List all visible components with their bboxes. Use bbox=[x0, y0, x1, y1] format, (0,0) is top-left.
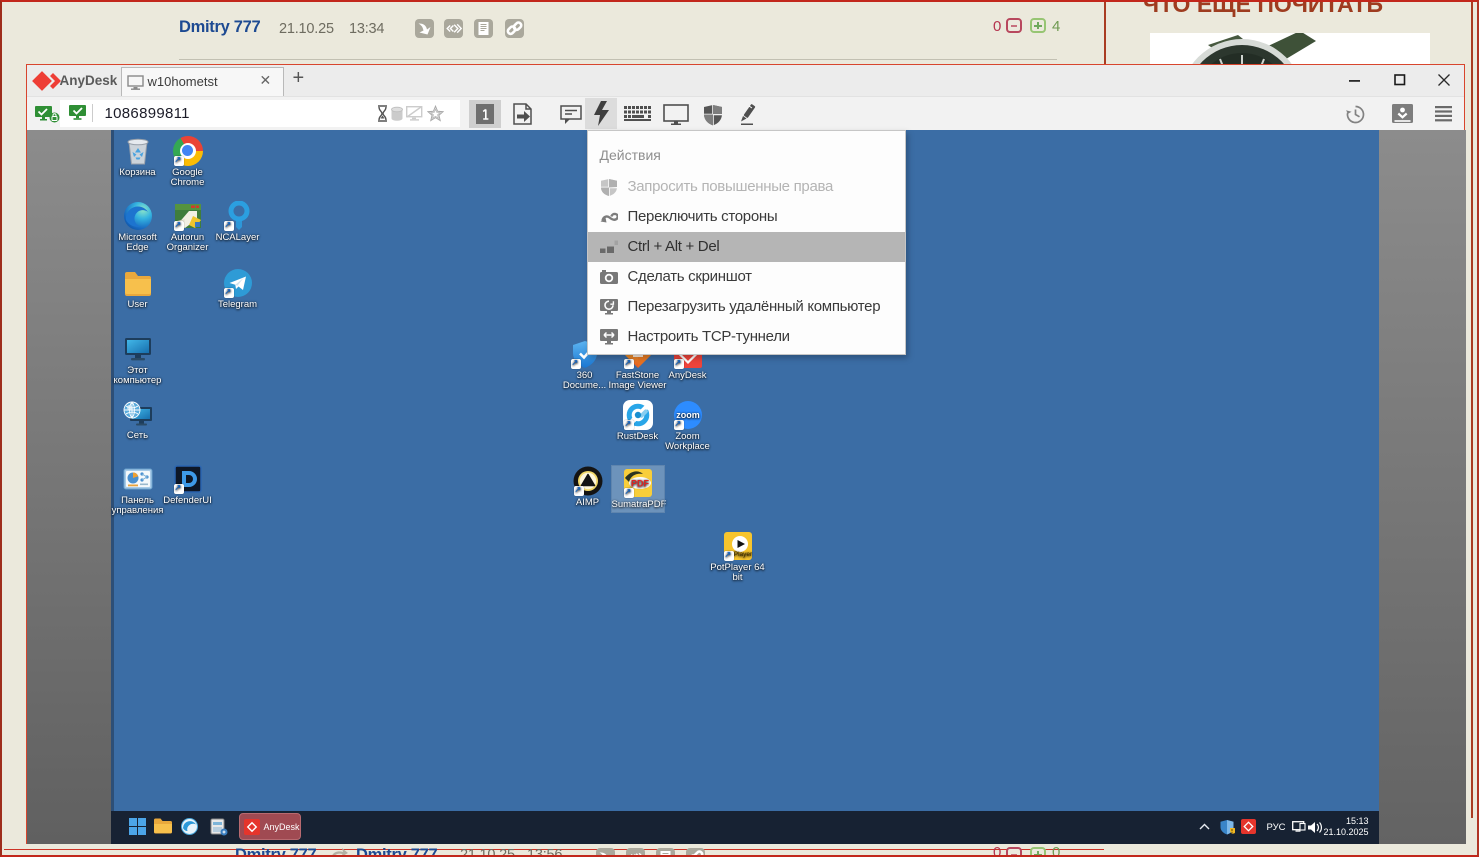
svg-text:PDF: PDF bbox=[631, 478, 650, 488]
svg-text:Player: Player bbox=[733, 551, 752, 558]
